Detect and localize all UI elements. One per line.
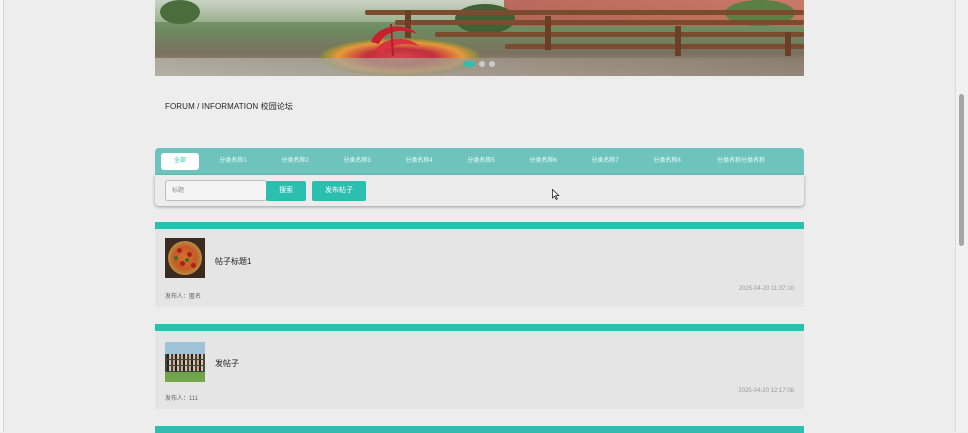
page-scrollbar[interactable] — [955, 0, 968, 432]
category-tab[interactable]: 分类名称4 — [393, 153, 445, 170]
mouse-pointer-icon — [552, 189, 560, 200]
carousel-dot[interactable] — [479, 61, 485, 67]
post-timestamp: 2025-04-20 12:17:08 — [738, 388, 794, 394]
post-title[interactable]: 帖子标题1 — [215, 256, 251, 267]
breadcrumb: FORUM / INFORMATION 校园论坛 — [165, 102, 294, 111]
post-top-bar — [155, 324, 804, 331]
category-tab[interactable]: 分类名称3 — [331, 153, 383, 170]
carousel-dot[interactable] — [489, 61, 495, 67]
carousel-dot[interactable] — [463, 61, 475, 67]
category-tab-bar: 全部 分类名称1 分类名称2 分类名称3 分类名称4 分类名称5 分类名称6 分类名称7 分类名… — [155, 148, 804, 175]
category-tab[interactable]: 分类名称5 — [455, 153, 507, 170]
pizza-image — [165, 238, 205, 278]
title-search-input[interactable] — [165, 180, 267, 201]
category-tab[interactable]: 分类名称1 — [207, 153, 259, 170]
post-timestamp: 2025-04-20 11:37:10 — [738, 286, 794, 292]
category-tab[interactable]: 分类名称6 — [517, 153, 569, 170]
post-title[interactable]: 发帖子 — [215, 358, 239, 369]
scrollbar-thumb[interactable] — [959, 94, 964, 246]
category-tab[interactable]: 分类名称7 — [579, 153, 631, 170]
post-author: 发布人：111 — [165, 396, 199, 402]
post-card[interactable]: 发帖子 发布人：111 2025-04-20 12:17:08 — [155, 331, 804, 409]
banner-tree — [160, 0, 200, 24]
group-photo-image — [165, 342, 205, 382]
banner-sculpture — [371, 23, 419, 57]
search-button[interactable]: 搜索 — [266, 181, 306, 201]
category-tab[interactable]: 全部 — [161, 153, 199, 170]
category-tab[interactable]: 分类名称分类名称 — [703, 153, 779, 170]
publish-post-button[interactable]: 发布帖子 — [312, 181, 366, 201]
category-tab[interactable]: 分类名称2 — [269, 153, 321, 170]
carousel-indicators — [463, 61, 495, 67]
search-panel: 搜索 发布帖子 — [155, 175, 804, 206]
page-left-edge — [0, 0, 4, 432]
post-top-bar — [155, 222, 804, 229]
post-author: 发布人：匿名 — [165, 294, 202, 300]
category-tab[interactable]: 分类名称8 — [641, 153, 693, 170]
post-card[interactable]: 帖子标题1 发布人：匿名 2025-04-20 11:37:10 — [155, 229, 804, 307]
